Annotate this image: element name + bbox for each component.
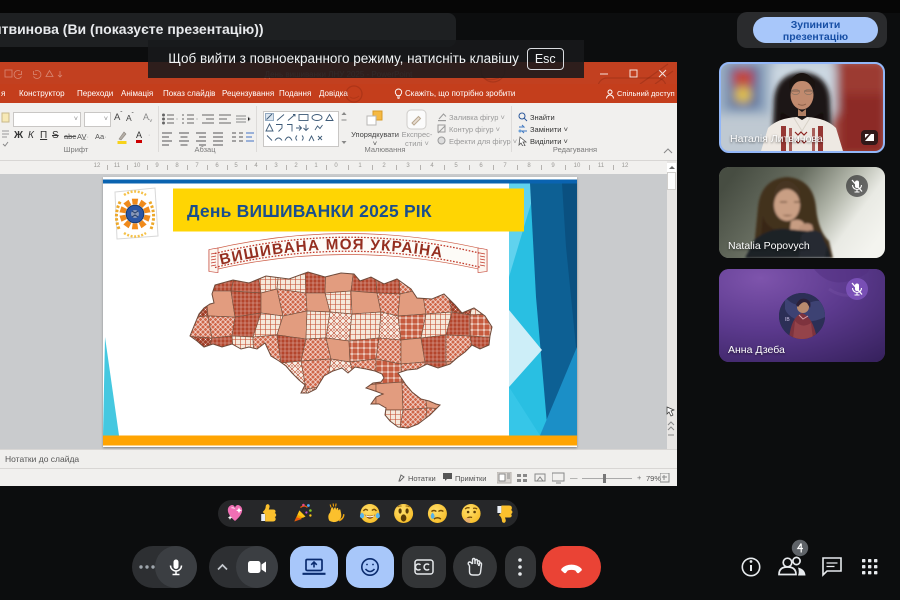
svg-text:День ВИШИВАНКИ 2025 РІК: День ВИШИВАНКИ 2025 РІК bbox=[187, 201, 432, 221]
svg-text:ІВ: ІВ bbox=[785, 317, 790, 323]
